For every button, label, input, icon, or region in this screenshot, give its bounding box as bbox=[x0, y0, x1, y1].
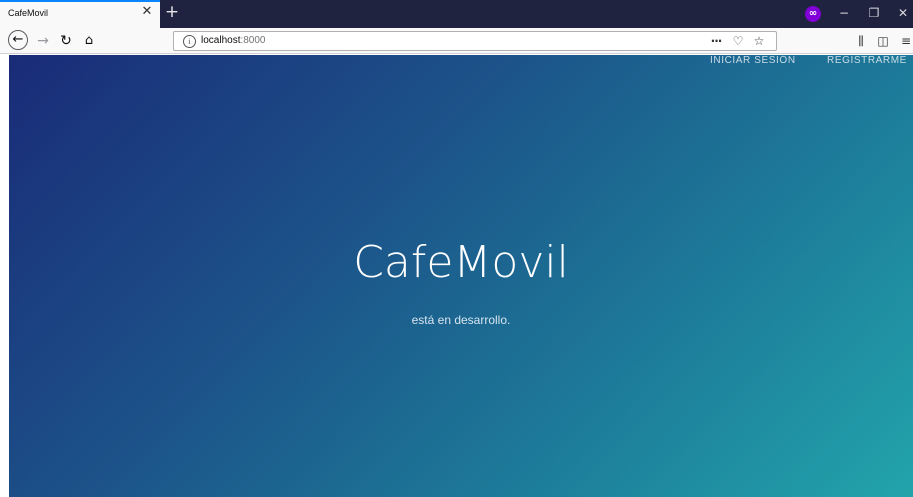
new-tab-button[interactable]: + bbox=[163, 3, 181, 21]
sidebar-icon[interactable]: ◫ bbox=[874, 32, 892, 50]
page-actions-icon[interactable]: ··· bbox=[708, 33, 724, 49]
private-browsing-icon: ∞ bbox=[805, 6, 821, 22]
library-icon[interactable]: ⫼ bbox=[852, 32, 870, 50]
bookmark-star-icon[interactable]: ☆ bbox=[751, 33, 767, 49]
forward-button[interactable]: → bbox=[33, 31, 53, 51]
navigation-toolbar: ← → ↻ ⌂ i localhost:8000 ··· ♡ ☆ ⫼ ◫ ≡ bbox=[0, 28, 913, 54]
site-info-icon[interactable]: i bbox=[183, 35, 196, 48]
url-text[interactable]: localhost:8000 bbox=[201, 35, 266, 46]
tab-cafemovil[interactable]: CafeMovil ✕ bbox=[0, 0, 160, 28]
pocket-icon[interactable]: ♡ bbox=[730, 33, 746, 49]
landing-page: INICIAR SESIÓN REGISTRARME CafeMovil est… bbox=[9, 55, 913, 497]
url-bar[interactable]: i localhost:8000 ··· ♡ ☆ bbox=[173, 31, 777, 51]
home-button[interactable]: ⌂ bbox=[79, 31, 99, 51]
tab-strip: CafeMovil ✕ + ∞ − ❐ ✕ bbox=[0, 0, 913, 28]
register-link[interactable]: REGISTRARME bbox=[827, 55, 907, 66]
close-window-button[interactable]: ✕ bbox=[893, 4, 913, 22]
reload-button[interactable]: ↻ bbox=[56, 31, 76, 51]
hero-subtitle: está en desarrollo. bbox=[411, 313, 511, 327]
close-tab-icon[interactable]: ✕ bbox=[140, 5, 154, 19]
hamburger-menu-icon[interactable]: ≡ bbox=[897, 32, 913, 50]
tab-title: CafeMovil bbox=[8, 8, 49, 18]
minimize-button[interactable]: − bbox=[834, 4, 854, 22]
hero-title: CafeMovil bbox=[353, 237, 569, 288]
login-link[interactable]: INICIAR SESIÓN bbox=[710, 55, 796, 66]
restore-button[interactable]: ❐ bbox=[864, 4, 884, 22]
back-button[interactable]: ← bbox=[8, 30, 28, 50]
